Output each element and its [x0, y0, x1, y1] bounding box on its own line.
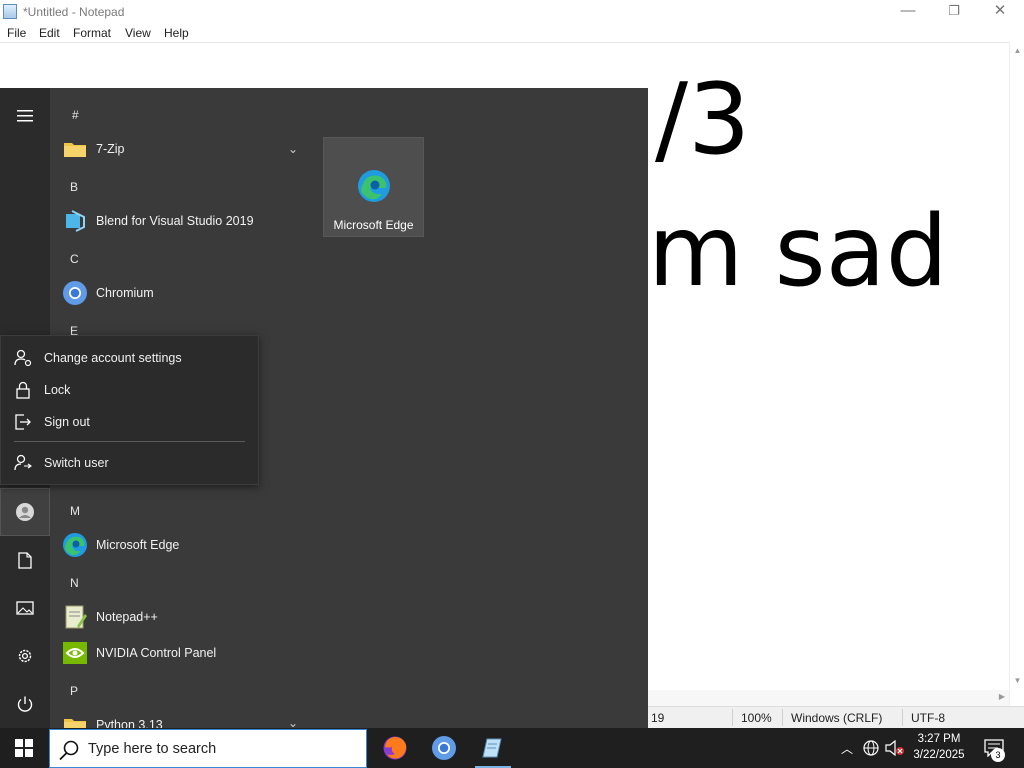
firefox-icon[interactable] [371, 728, 419, 768]
app-blend[interactable]: Blend for Visual Studio 2019 [62, 204, 312, 238]
flyout-label: Change account settings [44, 351, 182, 365]
minimize-button[interactable]: — [885, 0, 931, 24]
flyout-label: Sign out [44, 415, 90, 429]
blend-icon [62, 208, 88, 234]
volume-muted-icon[interactable] [883, 728, 907, 768]
clock-date: 3/22/2025 [913, 749, 965, 761]
editor-line-2: m sad [648, 195, 948, 309]
system-clock[interactable]: 3:27 PM 3/22/2025 [906, 731, 972, 763]
menu-help[interactable]: Help [164, 26, 189, 40]
flyout-divider [14, 441, 245, 442]
edge-icon [357, 169, 391, 206]
switch-user-item[interactable]: Switch user [1, 448, 260, 478]
power-icon[interactable] [0, 680, 50, 728]
editor-line-1: /3 [655, 63, 751, 177]
scroll-up-arrow-icon[interactable]: ▲ [1010, 46, 1024, 55]
app-7zip[interactable]: 7-Zip [62, 132, 312, 166]
status-zoom: 100% [741, 711, 772, 725]
lock-icon [14, 381, 32, 399]
gear-icon[interactable] [0, 632, 50, 680]
sign-out-icon [14, 413, 32, 431]
app-nvidia-control-panel[interactable]: NVIDIA Control Panel [62, 636, 312, 670]
edge-icon [62, 532, 88, 558]
clock-time: 3:27 PM [917, 733, 961, 745]
tile-microsoft-edge[interactable]: Microsoft Edge [323, 137, 424, 237]
notepad-icon [3, 4, 17, 19]
app-label: Notepad++ [96, 610, 158, 624]
user-account-icon[interactable] [0, 488, 50, 536]
account-flyout: Change account settings Lock Sign out Sw… [0, 335, 259, 485]
pictures-icon[interactable] [0, 584, 50, 632]
notification-count-badge: 3 [991, 748, 1005, 762]
scroll-right-arrow-icon[interactable]: ▶ [999, 692, 1005, 701]
network-globe-icon[interactable] [860, 728, 882, 768]
menubar: File Edit Format View Help [0, 24, 1024, 42]
search-placeholder: Type here to search [88, 741, 217, 757]
notepadpp-icon [62, 604, 88, 630]
vertical-scrollbar[interactable]: ▲ ▼ [1009, 42, 1024, 706]
app-microsoft-edge[interactable]: Microsoft Edge [62, 528, 312, 562]
chromium-icon[interactable] [420, 728, 468, 768]
app-label: Blend for Visual Studio 2019 [96, 214, 254, 228]
sign-out-item[interactable]: Sign out [1, 407, 260, 437]
hamburger-icon[interactable] [0, 92, 50, 140]
notepad-titlebar: *Untitled - Notepad — ❐ ✕ [0, 0, 1024, 24]
switch-user-icon [14, 454, 32, 472]
window-title: *Untitled - Notepad [23, 5, 125, 19]
change-account-settings-item[interactable]: Change account settings [1, 343, 260, 373]
horizontal-scrollbar[interactable]: ▶ [648, 690, 1009, 706]
nvidia-icon [62, 640, 88, 666]
lock-item[interactable]: Lock [1, 375, 260, 405]
tile-label: Microsoft Edge [333, 218, 414, 232]
menu-edit[interactable]: Edit [39, 26, 60, 40]
app-label: Microsoft Edge [96, 538, 180, 552]
status-encoding: UTF-8 [911, 711, 945, 725]
chevron-down-icon[interactable]: ⌄ [288, 142, 298, 156]
document-icon[interactable] [0, 536, 50, 584]
status-line-ending: Windows (CRLF) [791, 711, 883, 725]
app-chromium[interactable]: Chromium [62, 276, 312, 310]
app-label: 7-Zip [96, 142, 125, 156]
menu-file[interactable]: File [7, 26, 26, 40]
flyout-label: Lock [44, 383, 71, 397]
menu-format[interactable]: Format [73, 26, 111, 40]
show-hidden-icons-chevron-icon[interactable]: ︿ [838, 728, 856, 768]
group-header-c[interactable]: C [70, 252, 79, 266]
windows-start-icon[interactable] [0, 728, 48, 768]
group-header-m[interactable]: M [70, 504, 80, 518]
group-header-p[interactable]: P [70, 684, 78, 698]
taskbar: Type here to search ︿ 3:27 PM 3/22/2025 … [0, 728, 1024, 768]
group-header-b[interactable]: B [70, 180, 78, 194]
folder-icon [62, 136, 88, 162]
app-label: NVIDIA Control Panel [96, 646, 217, 660]
group-header-hash[interactable]: # [72, 108, 79, 122]
account-settings-icon [14, 349, 32, 367]
flyout-label: Switch user [44, 456, 109, 470]
search-icon [58, 739, 80, 761]
app-label: Chromium [96, 286, 154, 300]
group-header-n[interactable]: N [70, 576, 79, 590]
taskbar-search-box[interactable]: Type here to search [49, 729, 367, 768]
maximize-button[interactable]: ❐ [931, 0, 977, 24]
statusbar: 19 100% Windows (CRLF) UTF-8 [648, 706, 1024, 728]
app-notepadpp[interactable]: Notepad++ [62, 600, 312, 634]
menu-view[interactable]: View [125, 26, 151, 40]
scroll-down-arrow-icon[interactable]: ▼ [1010, 676, 1024, 685]
chromium-icon [62, 280, 88, 306]
status-position: 19 [651, 711, 665, 725]
notepad-icon[interactable] [469, 728, 517, 768]
close-button[interactable]: ✕ [977, 0, 1023, 24]
